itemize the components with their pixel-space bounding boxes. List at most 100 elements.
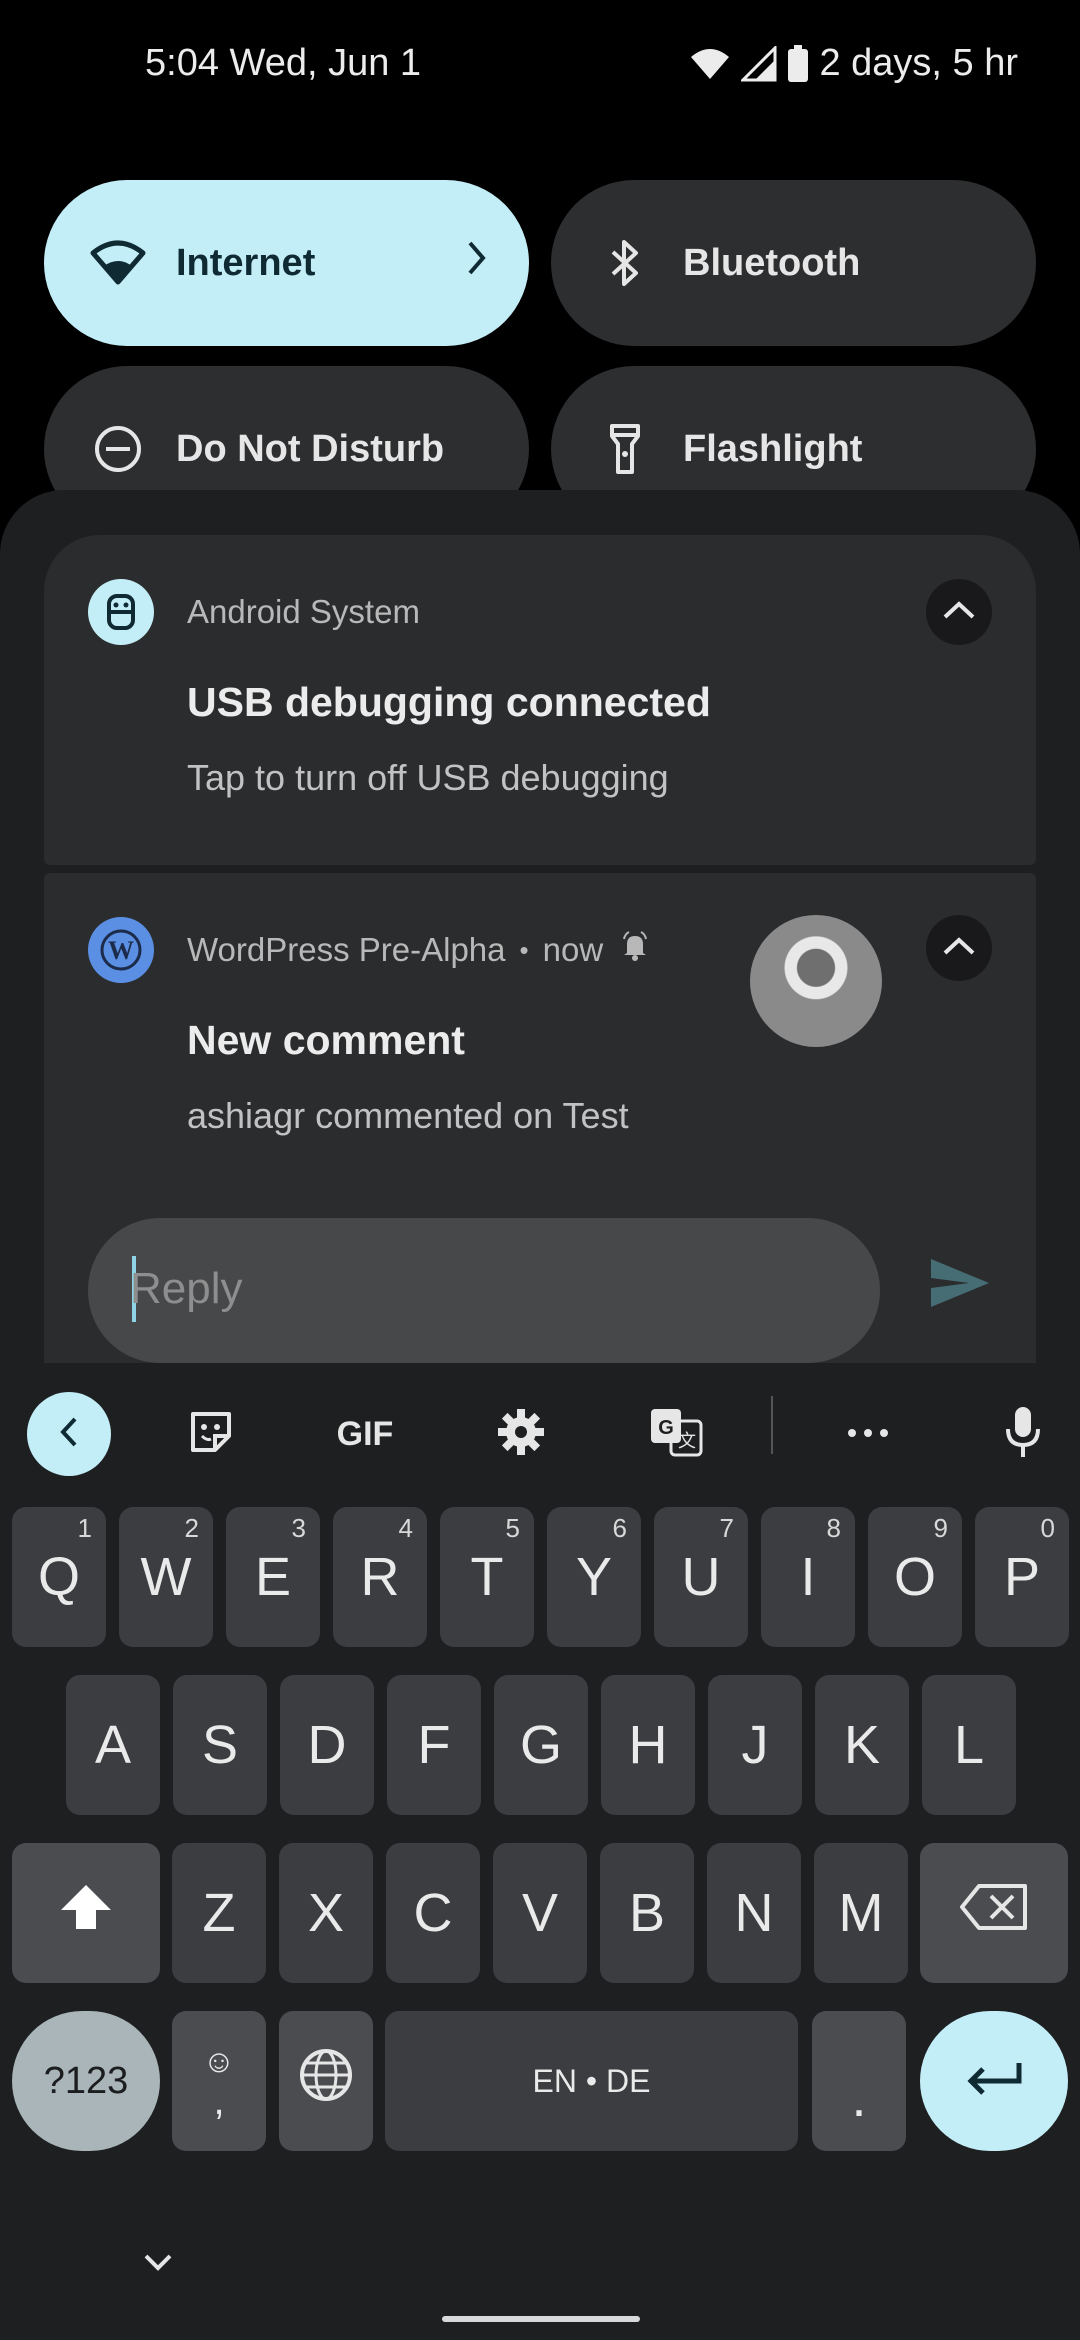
- language-key[interactable]: [279, 2011, 373, 2151]
- key-m[interactable]: M: [814, 1843, 908, 1983]
- collapse-button[interactable]: [926, 579, 992, 645]
- key-hint: 2: [184, 1513, 199, 1543]
- notification-title: New comment: [187, 1017, 465, 1063]
- alert-bell-icon: [621, 931, 649, 969]
- key-l[interactable]: L: [922, 1675, 1016, 1815]
- key-q[interactable]: Q1: [12, 1507, 106, 1647]
- key-p[interactable]: P0: [975, 1507, 1069, 1647]
- notification-header: WordPress Pre-Alpha • now: [187, 931, 649, 969]
- key-o[interactable]: O9: [868, 1507, 962, 1647]
- gesture-nav-handle[interactable]: [442, 2316, 640, 2322]
- period-key[interactable]: .: [812, 2011, 906, 2151]
- key-label: W: [140, 1547, 192, 1607]
- key-hint: 5: [505, 1513, 520, 1543]
- key-n[interactable]: N: [707, 1843, 801, 1983]
- svg-text:W: W: [108, 936, 134, 965]
- key-label: D: [307, 1715, 347, 1775]
- status-icons: 2 days, 5 hr: [689, 42, 1018, 85]
- tile-bluetooth[interactable]: Bluetooth: [551, 180, 1036, 346]
- key-e[interactable]: E3: [226, 1507, 320, 1647]
- tile-internet[interactable]: Internet: [44, 180, 529, 346]
- space-label: EN • DE: [532, 2062, 651, 2099]
- key-f[interactable]: F: [387, 1675, 481, 1815]
- app-name: Android System: [187, 593, 420, 630]
- hide-keyboard-button[interactable]: [140, 2250, 176, 2279]
- enter-icon: [965, 2050, 1023, 2112]
- app-name: WordPress Pre-Alpha: [187, 931, 506, 968]
- voice-input-button[interactable]: [981, 1392, 1065, 1476]
- backspace-key[interactable]: [920, 1843, 1068, 1983]
- notification-android-system[interactable]: Android System USB debugging connected T…: [44, 535, 1036, 865]
- header-separator: •: [519, 934, 529, 965]
- key-label: T: [470, 1547, 504, 1607]
- key-label: F: [417, 1715, 451, 1775]
- key-k[interactable]: K: [815, 1675, 909, 1815]
- key-t[interactable]: T5: [440, 1507, 534, 1647]
- key-label: O: [893, 1547, 936, 1607]
- key-z[interactable]: Z: [172, 1843, 266, 1983]
- tile-dnd-label: Do Not Disturb: [176, 427, 445, 470]
- send-button[interactable]: [925, 1250, 995, 1320]
- chevron-down-icon: [140, 2254, 176, 2278]
- svg-text:文: 文: [678, 1431, 696, 1452]
- sticker-button[interactable]: [169, 1392, 253, 1476]
- flashlight-icon: [595, 419, 655, 479]
- key-label: I: [800, 1547, 816, 1607]
- key-u[interactable]: U7: [654, 1507, 748, 1647]
- keyboard-settings-button[interactable]: [479, 1392, 563, 1476]
- key-j[interactable]: J: [708, 1675, 802, 1815]
- key-hint: 0: [1040, 1513, 1055, 1543]
- key-d[interactable]: D: [280, 1675, 374, 1815]
- send-icon: [929, 1257, 991, 1314]
- notification-title: USB debugging connected: [187, 679, 711, 725]
- android-system-icon: [88, 579, 154, 645]
- key-label: Y: [575, 1547, 613, 1607]
- translate-button[interactable]: G文: [634, 1392, 718, 1476]
- collapse-button[interactable]: [926, 915, 992, 981]
- key-b[interactable]: B: [600, 1843, 694, 1983]
- symbols-key[interactable]: ?123: [12, 2011, 160, 2151]
- key-label: A: [94, 1715, 132, 1775]
- key-hint: 7: [719, 1513, 734, 1543]
- shift-icon: [58, 1882, 114, 1945]
- keyboard-back-button[interactable]: [27, 1392, 111, 1476]
- key-g[interactable]: G: [494, 1675, 588, 1815]
- battery-text: 2 days, 5 hr: [819, 42, 1018, 84]
- status-time-date: 5:04 Wed, Jun 1: [145, 42, 422, 84]
- tile-internet-label: Internet: [176, 241, 316, 284]
- mic-icon: [1005, 1405, 1041, 1464]
- tile-flashlight-label: Flashlight: [683, 427, 863, 470]
- key-label: H: [628, 1715, 668, 1775]
- key-label: N: [734, 1883, 774, 1943]
- emoji-comma-key[interactable]: ☺ ,: [172, 2011, 266, 2151]
- reply-input[interactable]: Reply: [88, 1218, 880, 1363]
- more-options-button[interactable]: [826, 1392, 910, 1476]
- key-h[interactable]: H: [601, 1675, 695, 1815]
- key-a[interactable]: A: [66, 1675, 160, 1815]
- chevron-up-icon: [941, 599, 977, 626]
- key-label: Z: [202, 1883, 236, 1943]
- key-hint: 3: [291, 1513, 306, 1543]
- toolbar-divider: [771, 1396, 773, 1454]
- space-key[interactable]: EN • DE: [385, 2011, 798, 2151]
- enter-key[interactable]: [920, 2011, 1068, 2151]
- key-label: G: [519, 1715, 562, 1775]
- key-w[interactable]: W2: [119, 1507, 213, 1647]
- key-c[interactable]: C: [386, 1843, 480, 1983]
- gif-button[interactable]: GIF: [323, 1392, 407, 1476]
- key-s[interactable]: S: [173, 1675, 267, 1815]
- key-x[interactable]: X: [279, 1843, 373, 1983]
- key-hint: 1: [77, 1513, 92, 1543]
- shift-key[interactable]: [12, 1843, 160, 1983]
- battery-icon: [787, 44, 809, 83]
- key-i[interactable]: I8: [761, 1507, 855, 1647]
- globe-icon: [299, 2048, 353, 2115]
- emoji-icon: ☺: [202, 2043, 236, 2079]
- key-v[interactable]: V: [493, 1843, 587, 1983]
- key-label: P: [1003, 1547, 1041, 1607]
- bluetooth-icon: [595, 233, 655, 293]
- key-label: U: [681, 1547, 721, 1607]
- key-y[interactable]: Y6: [547, 1507, 641, 1647]
- key-r[interactable]: R4: [333, 1507, 427, 1647]
- notification-text: Tap to turn off USB debugging: [187, 757, 669, 798]
